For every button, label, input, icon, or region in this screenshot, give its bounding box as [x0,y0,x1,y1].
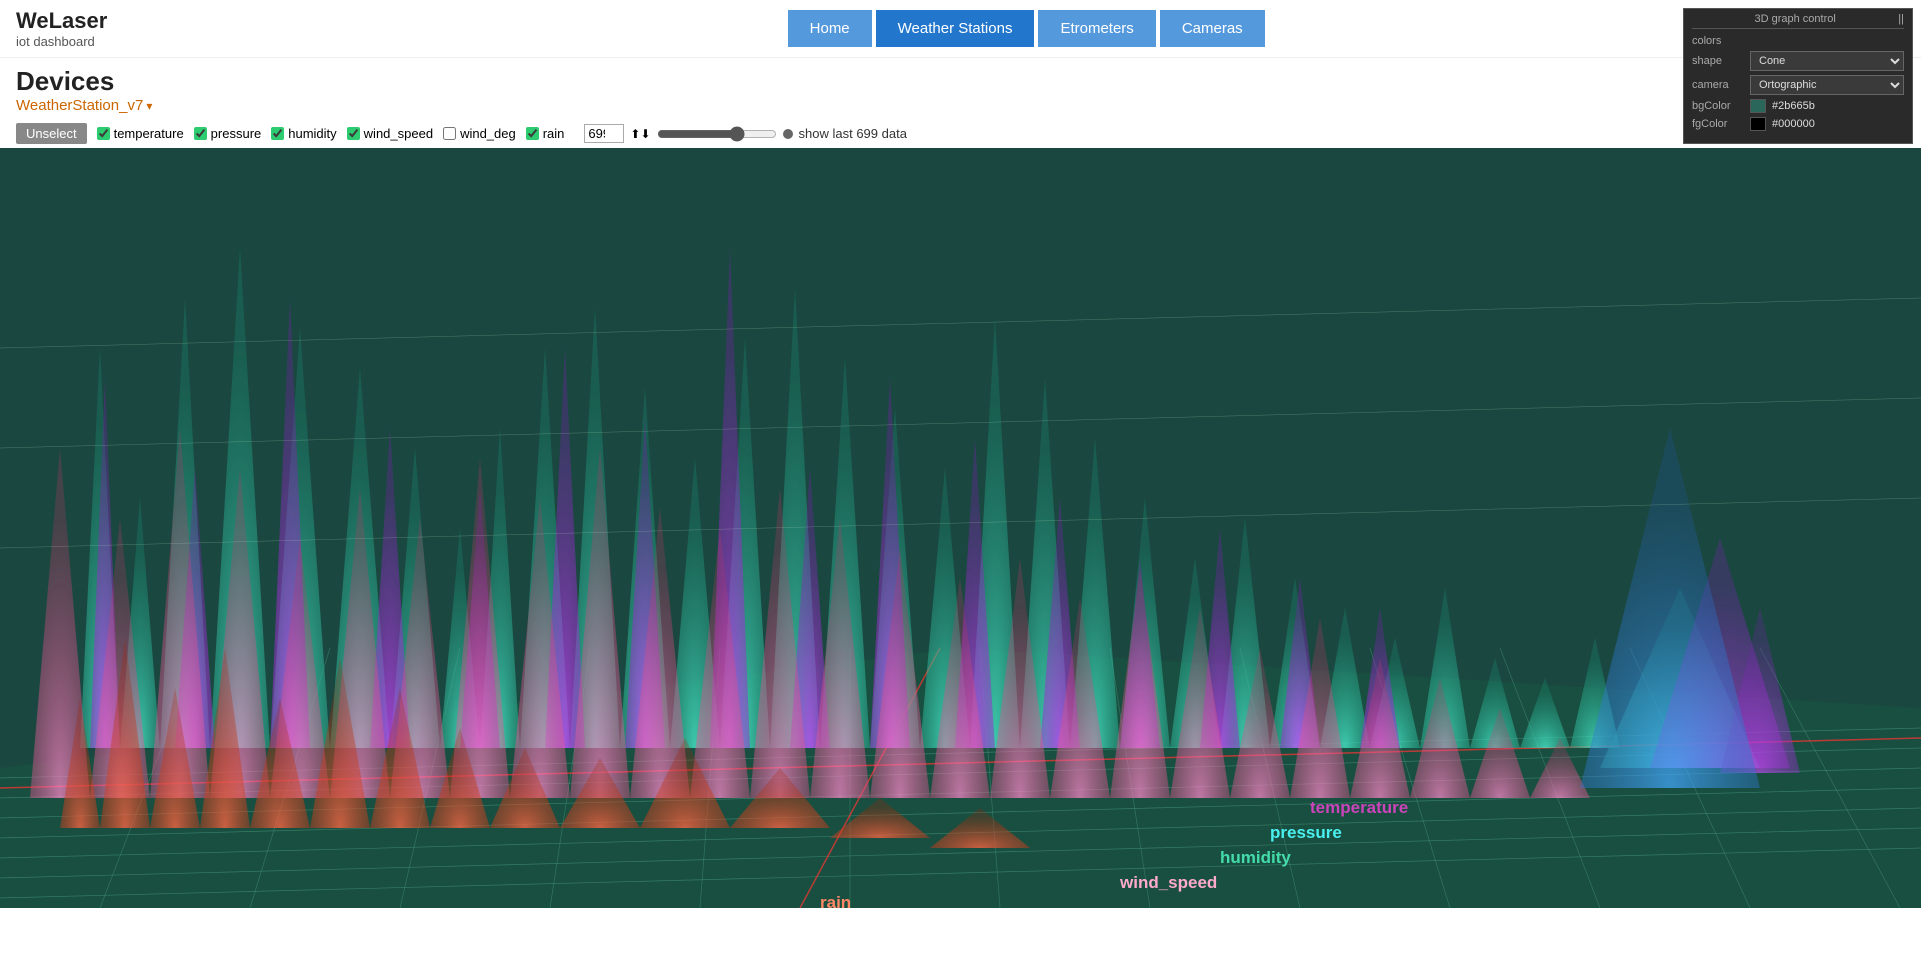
temperature-checkbox[interactable] [97,127,110,140]
control-fgcolor-row: fgColor #000000 [1692,117,1904,131]
control-colors-row: colors [1692,35,1904,47]
data-count-container: ⬆⬇ show last 699 data [584,124,907,143]
bgcolor-value: #2b665b [1772,100,1815,112]
pressure-label: pressure [211,126,262,141]
checkbox-temperature[interactable]: temperature [97,126,184,141]
control-colors-label: colors [1692,35,1744,47]
control-camera-row: camera Ortographic Perspective [1692,75,1904,95]
temperature-label: temperature [114,126,184,141]
rain-checkbox[interactable] [526,127,539,140]
unselect-button[interactable]: Unselect [16,123,87,144]
control-shape-row: shape Cone Bar Sphere [1692,51,1904,71]
device-selector[interactable]: WeatherStation_v7 ▾ [16,97,152,114]
slider-thumb-icon [783,129,793,139]
wind-deg-checkbox[interactable] [443,127,456,140]
checkbox-pressure[interactable]: pressure [194,126,262,141]
camera-select[interactable]: Ortographic Perspective [1750,75,1904,95]
3d-visualization: temperature pressure humidity wind_speed… [0,148,1921,908]
control-bgcolor-row: bgColor #2b665b [1692,99,1904,113]
visualization-area[interactable]: temperature pressure humidity wind_speed… [0,148,1921,908]
brand-title: WeLaser [16,8,107,34]
control-fgcolor-label: fgColor [1692,118,1744,130]
control-shape-label: shape [1692,55,1744,67]
bgcolor-swatch[interactable] [1750,99,1766,113]
control-bgcolor-label: bgColor [1692,100,1744,112]
rain-axis-label: rain [820,893,851,908]
checkbox-rain[interactable]: rain [526,126,565,141]
brand: WeLaser iot dashboard [16,8,107,49]
fgcolor-swatch[interactable] [1750,117,1766,131]
pressure-axis-label: pressure [1270,823,1342,842]
checkbox-humidity[interactable]: humidity [271,126,336,141]
device-dropdown-arrow: ▾ [146,99,152,113]
nav-weather-stations[interactable]: Weather Stations [876,10,1035,47]
checkbox-wind-speed[interactable]: wind_speed [347,126,433,141]
wind-deg-label: wind_deg [460,126,516,141]
wind-speed-label: wind_speed [364,126,433,141]
device-name: WeatherStation_v7 [16,97,143,114]
data-count-input[interactable] [584,124,624,143]
humidity-axis-label: humidity [1220,848,1291,867]
wind-speed-checkbox[interactable] [347,127,360,140]
data-slider[interactable] [657,126,777,142]
rain-label: rain [543,126,565,141]
nav-cameras[interactable]: Cameras [1160,10,1265,47]
pressure-checkbox[interactable] [194,127,207,140]
humidity-checkbox[interactable] [271,127,284,140]
wind-speed-axis-label: wind_speed [1119,873,1217,892]
brand-subtitle: iot dashboard [16,34,107,49]
control-camera-label: camera [1692,79,1744,91]
fgcolor-value: #000000 [1772,118,1815,130]
controls-bar: Unselect temperature pressure humidity w… [0,119,1921,148]
graph-control-title: 3D graph control || [1692,13,1904,29]
main-nav: Home Weather Stations Etrometers Cameras [147,10,1905,47]
graph-control-panel: 3D graph control || colors shape Cone Ba… [1683,8,1913,144]
humidity-label: humidity [288,126,336,141]
devices-title: Devices [16,66,1905,97]
shape-select[interactable]: Cone Bar Sphere [1750,51,1904,71]
temperature-axis-label: temperature [1310,798,1408,817]
graph-control-minimize[interactable]: || [1898,13,1904,25]
header: WeLaser iot dashboard Home Weather Stati… [0,0,1921,58]
checkbox-wind-deg[interactable]: wind_deg [443,126,516,141]
devices-section: Devices WeatherStation_v7 ▾ [0,58,1921,119]
data-count-label: show last 699 data [799,126,907,141]
nav-etrometers[interactable]: Etrometers [1038,10,1155,47]
nav-home[interactable]: Home [788,10,872,47]
